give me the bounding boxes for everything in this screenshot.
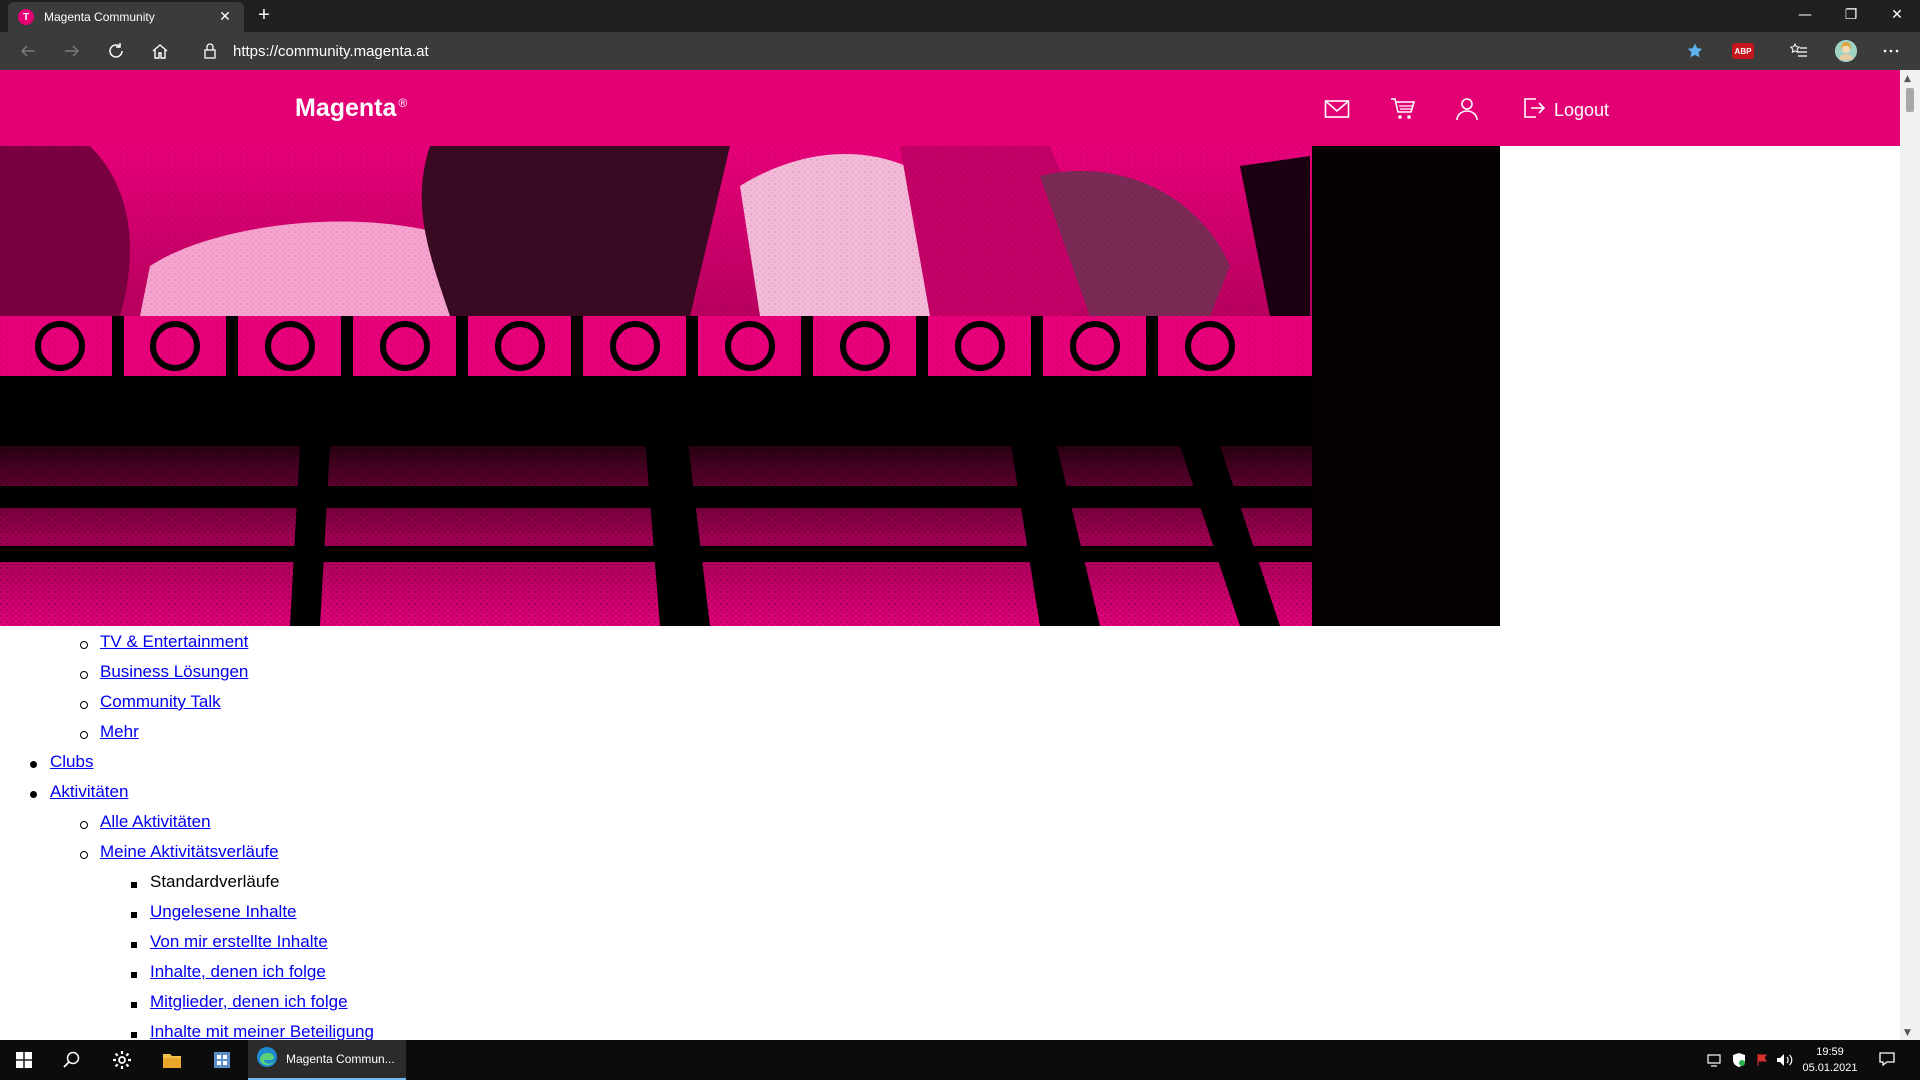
list-bullet	[80, 701, 88, 709]
file-explorer-icon[interactable]	[148, 1040, 196, 1080]
brand-name: Magenta	[295, 94, 397, 122]
site-header: Magenta ® Logout	[0, 70, 1900, 146]
security-shield-icon[interactable]	[1730, 1052, 1748, 1068]
minimize-icon[interactable]: —	[1782, 0, 1828, 30]
list-bullet	[80, 731, 88, 739]
settings-gear-icon[interactable]	[98, 1040, 146, 1080]
logout-button[interactable]: Logout	[1522, 96, 1609, 124]
taskbar-edge-window[interactable]: Magenta Commun...	[248, 1040, 406, 1080]
address-bar[interactable]: https://community.magenta.at	[195, 36, 1700, 66]
menu-link-alle-aktivitaeten[interactable]: Alle Aktivitäten	[100, 812, 211, 832]
taskbar-window-label: Magenta Commun...	[286, 1052, 395, 1066]
close-window-icon[interactable]: ✕	[1874, 0, 1920, 30]
list-bullet	[131, 1032, 137, 1038]
adblock-plus-icon[interactable]: ABP	[1732, 43, 1754, 59]
store-app-icon[interactable]	[198, 1040, 246, 1080]
list-bullet	[30, 761, 37, 768]
browser-toolbar: https://community.magenta.at ABP	[0, 32, 1920, 70]
url-text: https://community.magenta.at	[233, 42, 429, 60]
web-page: Magenta ® Logout TV & Entertainment Busi…	[0, 70, 1900, 1040]
logout-label: Logout	[1554, 99, 1610, 120]
list-bullet	[131, 942, 137, 948]
magenta-logo[interactable]: Magenta ®	[295, 94, 407, 123]
back-icon[interactable]	[14, 37, 42, 65]
favorite-star-icon[interactable]	[1681, 37, 1709, 65]
list-bullet	[80, 821, 88, 829]
menu-link-mehr[interactable]: Mehr	[100, 722, 139, 742]
telekom-favicon-icon: T	[18, 9, 34, 25]
home-icon[interactable]	[146, 37, 174, 65]
cart-icon[interactable]	[1389, 96, 1417, 122]
menu-link-inhalte-mit-meiner-beteiligung[interactable]: Inhalte mit meiner Beteiligung	[150, 1022, 374, 1040]
list-bullet	[131, 1002, 137, 1008]
menu-link-mitglieder-denen-ich-folge[interactable]: Mitglieder, denen ich folge	[150, 992, 348, 1012]
list-bullet	[80, 671, 88, 679]
browser-tab[interactable]: T Magenta Community ✕	[8, 2, 244, 32]
clock-time: 19:59	[1816, 1046, 1844, 1058]
menu-link-business-loesungen[interactable]: Business Lösungen	[100, 662, 248, 682]
list-bullet	[30, 791, 37, 798]
restore-icon[interactable]: ❐	[1828, 0, 1874, 30]
favorites-list-icon[interactable]	[1785, 37, 1813, 65]
menu-link-aktivitaeten[interactable]: Aktivitäten	[50, 782, 128, 802]
menu-link-community-talk[interactable]: Community Talk	[100, 692, 221, 712]
list-bullet	[80, 641, 88, 649]
new-tab-icon[interactable]: +	[252, 4, 276, 28]
scrollbar-thumb[interactable]	[1906, 88, 1914, 112]
alert-flag-icon[interactable]	[1753, 1052, 1771, 1068]
taskbar-clock[interactable]: 19:59 05.01.2021	[1800, 1044, 1860, 1076]
clock-date: 05.01.2021	[1802, 1062, 1858, 1074]
browser-tab-strip: T Magenta Community ✕ + — ❐ ✕	[0, 0, 1920, 32]
search-icon[interactable]	[48, 1040, 96, 1080]
action-center-icon[interactable]	[1878, 1051, 1896, 1067]
close-tab-icon[interactable]: ✕	[216, 9, 234, 25]
menu-link-tv-entertainment[interactable]: TV & Entertainment	[100, 632, 248, 652]
menu-link-inhalte-denen-ich-folge[interactable]: Inhalte, denen ich folge	[150, 962, 326, 982]
list-bullet	[80, 851, 88, 859]
brand-registered-mark: ®	[398, 95, 408, 110]
mail-icon[interactable]	[1323, 96, 1351, 122]
windows-start-icon[interactable]	[0, 1040, 48, 1080]
scroll-up-icon[interactable]: ▲	[1904, 74, 1911, 84]
menu-link-ungelesene-inhalte[interactable]: Ungelesene Inhalte	[150, 902, 297, 922]
menu-item-standardverlaeufe: Standardverläufe	[150, 872, 280, 891]
hero-image	[0, 146, 1500, 626]
logout-icon	[1522, 96, 1546, 124]
menu-link-meine-aktivitaetsverlaeufe[interactable]: Meine Aktivitätsverläufe	[100, 842, 279, 862]
scroll-down-icon[interactable]: ▼	[1904, 1028, 1911, 1038]
menu-link-clubs[interactable]: Clubs	[50, 752, 93, 772]
windows-taskbar: Magenta Commun... 19:59 05.01.2021	[0, 1040, 1920, 1080]
list-bullet	[131, 882, 137, 888]
reload-icon[interactable]	[102, 37, 130, 65]
volume-icon[interactable]	[1776, 1052, 1794, 1068]
list-bullet	[131, 912, 137, 918]
user-account-icon[interactable]	[1453, 96, 1481, 122]
tab-title: Magenta Community	[44, 10, 155, 24]
profile-avatar[interactable]	[1835, 40, 1857, 62]
list-bullet	[131, 972, 137, 978]
page-scrollbar[interactable]: ▲ ▼	[1900, 70, 1920, 1040]
menu-link-von-mir-erstellte-inhalte[interactable]: Von mir erstellte Inhalte	[150, 932, 328, 952]
network-icon[interactable]	[1706, 1052, 1724, 1068]
forward-icon[interactable]	[58, 37, 86, 65]
edge-browser-icon	[256, 1046, 278, 1072]
lock-icon	[203, 43, 217, 63]
more-menu-icon[interactable]	[1877, 37, 1905, 65]
